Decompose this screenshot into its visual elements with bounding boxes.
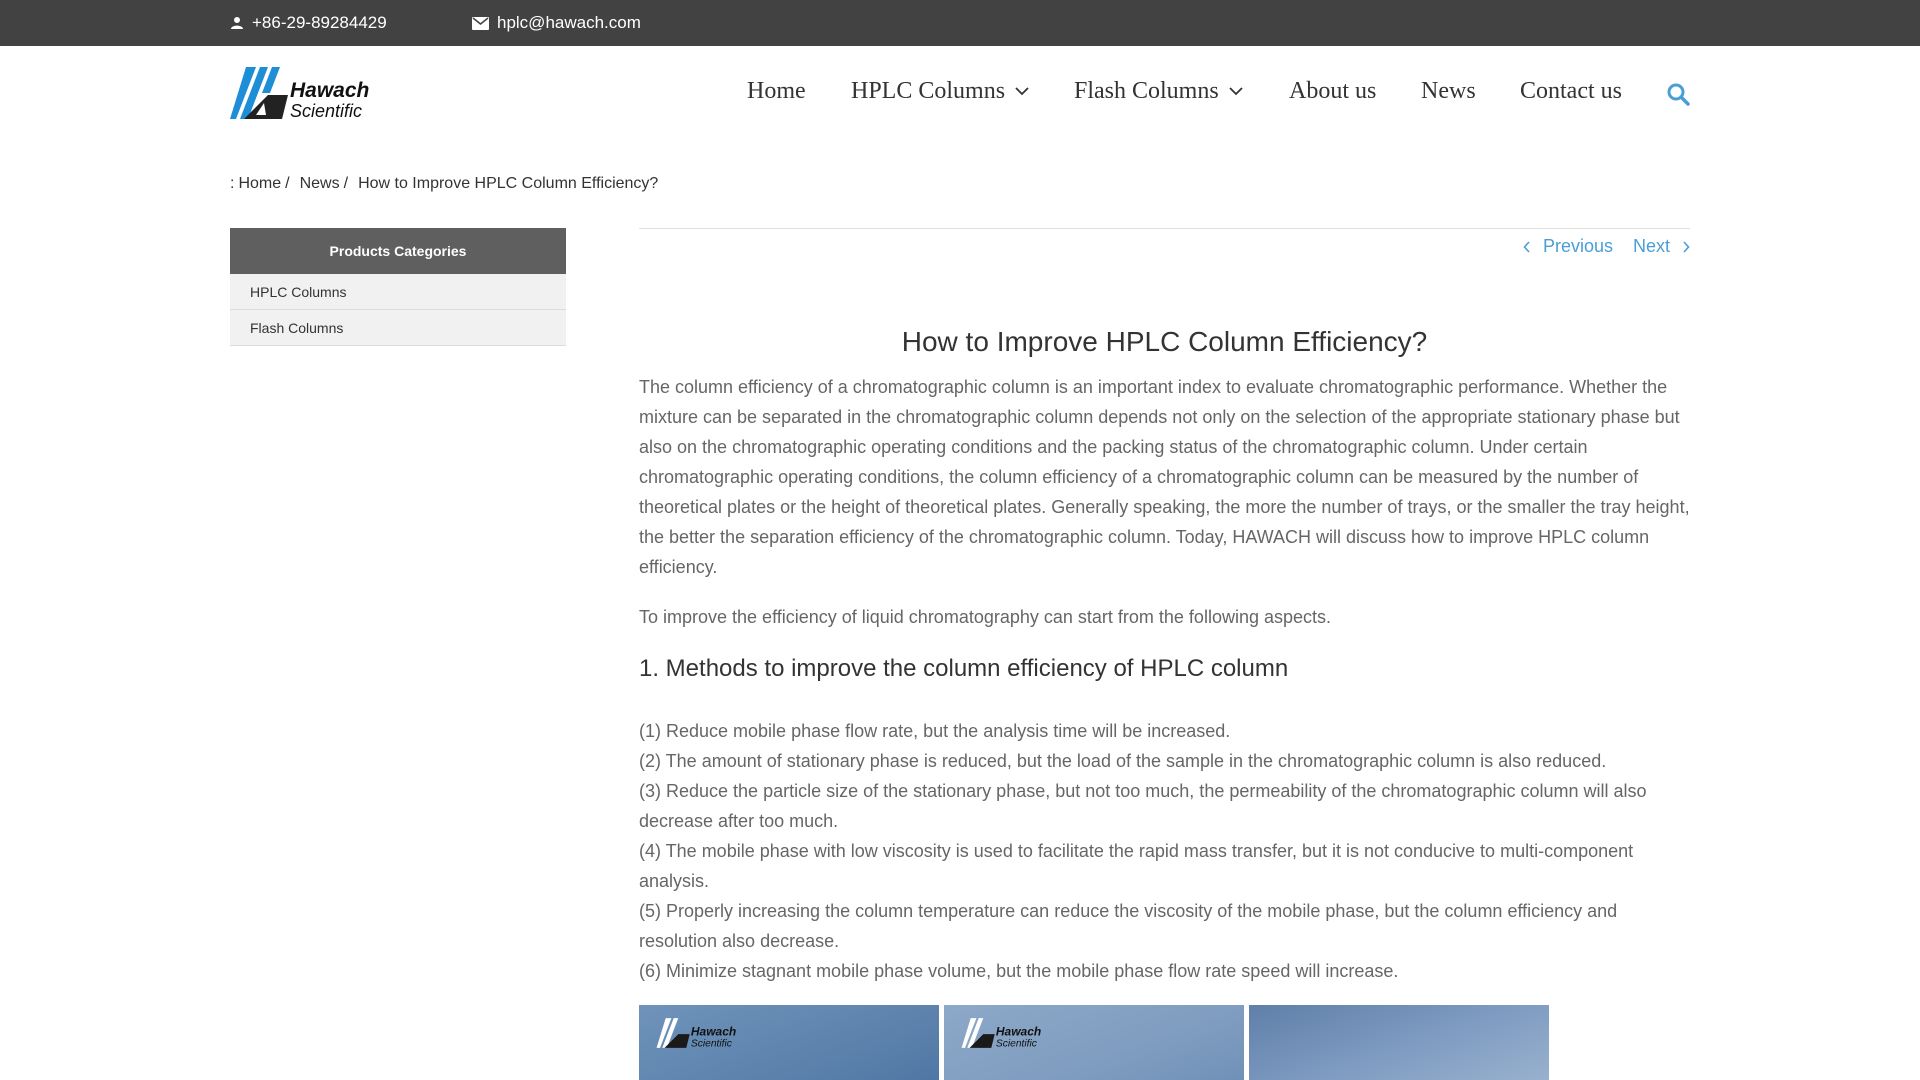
article-image-gallery: Hawach Scientific Hawach Scientific: [639, 1005, 1554, 1080]
search-button[interactable]: [1666, 82, 1690, 106]
hawach-logo-watermark: Hawach Scientific: [961, 1018, 1041, 1049]
svg-text:Hawach: Hawach: [996, 1024, 1041, 1038]
breadcrumb-current: How to Improve HPLC Column Efficiency?: [358, 175, 659, 192]
sidebar-item-flash-columns[interactable]: Flash Columns: [230, 310, 566, 346]
user-icon: [231, 17, 243, 29]
top-contact-bar: +86-29-89284429 hplc@hawach.com: [0, 0, 1920, 46]
breadcrumb-home[interactable]: Home: [238, 175, 281, 193]
nav-news[interactable]: News: [1421, 78, 1476, 105]
article-image: Hawach Scientific: [639, 1005, 939, 1080]
search-icon: [1667, 83, 1690, 106]
list-item: (4) The mobile phase with low viscosity …: [639, 841, 1634, 891]
list-item: (1) Reduce mobile phase flow rate, but t…: [639, 721, 1231, 741]
logo-word-2: Scientific: [290, 101, 362, 121]
article-image: Hawach Scientific: [944, 1005, 1244, 1080]
nav-home-label: Home: [747, 78, 806, 104]
sidebar-heading: Products Categories: [230, 228, 566, 274]
article-title: How to Improve HPLC Column Efficiency?: [901, 326, 1428, 357]
breadcrumb-separator: /: [343, 175, 349, 192]
envelope-icon: [472, 16, 489, 30]
post-navigation: Previous Next: [1523, 236, 1690, 257]
svg-text:Hawach: Hawach: [691, 1024, 736, 1038]
article-image: [1249, 1005, 1549, 1080]
sidebar-item-hplc-columns[interactable]: HPLC Columns: [230, 274, 566, 310]
nav-about-us-label: About us: [1289, 78, 1377, 104]
chevron-right-icon: [1683, 240, 1690, 253]
breadcrumb-prefix: :: [230, 175, 235, 192]
hawach-logo-watermark: Hawach Scientific: [656, 1018, 736, 1049]
product-categories-sidebar: Products Categories HPLC Columns Flash C…: [230, 228, 566, 346]
article-intro: The column efficiency of a chromatograph…: [639, 377, 1690, 577]
nav-hplc-columns-label: HPLC Columns: [851, 78, 1006, 104]
list-item: (2) The amount of stationary phase is re…: [639, 751, 1607, 771]
chevron-down-icon: [1015, 87, 1029, 96]
email-contact[interactable]: hplc@hawach.com: [472, 0, 641, 46]
nav-flash-columns-label: Flash Columns: [1074, 78, 1219, 104]
nav-flash-columns[interactable]: Flash Columns: [1074, 78, 1243, 105]
list-item: (3) Reduce the particle size of the stat…: [639, 781, 1647, 831]
breadcrumb-separator: /: [285, 175, 290, 192]
next-post-link[interactable]: Next: [1633, 236, 1690, 257]
logo-word-1: Hawach: [290, 79, 369, 102]
phone-contact[interactable]: +86-29-89284429: [230, 0, 387, 46]
nav-home[interactable]: Home: [747, 78, 806, 105]
logo-mark: [230, 67, 288, 119]
nav-news-label: News: [1421, 78, 1476, 104]
hawach-logo[interactable]: Hawach Scientific: [230, 65, 375, 121]
methods-list: (1) Reduce mobile phase flow rate, but t…: [639, 716, 1690, 986]
section-1-heading: 1. Methods to improve the column efficie…: [639, 655, 1289, 682]
article-divider: [639, 228, 1690, 229]
previous-label: Previous: [1542, 236, 1613, 256]
article-content: Previous Next How to Improve HPLC Column…: [639, 228, 1690, 1080]
article-lead: To improve the efficiency of liquid chro…: [639, 607, 1332, 627]
chevron-left-icon: [1523, 240, 1530, 253]
breadcrumb: : Home / News / How to Improve HPLC Colu…: [230, 175, 664, 193]
svg-text:Scientific: Scientific: [996, 1039, 1038, 1049]
nav-about-us[interactable]: About us: [1289, 78, 1376, 105]
svg-text:Scientific: Scientific: [691, 1039, 733, 1049]
previous-post-link[interactable]: Previous: [1523, 236, 1613, 257]
list-item: (5) Properly increasing the column tempe…: [639, 901, 1618, 951]
list-item: (6) Minimize stagnant mobile phase volum…: [639, 961, 1399, 981]
chevron-down-icon: [1229, 87, 1243, 96]
breadcrumb-news[interactable]: News: [300, 175, 340, 193]
nav-contact-us[interactable]: Contact us: [1520, 78, 1622, 105]
nav-contact-us-label: Contact us: [1520, 78, 1622, 104]
email-address: hplc@hawach.com: [497, 13, 641, 32]
phone-number: +86-29-89284429: [252, 13, 387, 32]
next-label: Next: [1632, 236, 1670, 256]
nav-hplc-columns[interactable]: HPLC Columns: [851, 78, 1029, 105]
